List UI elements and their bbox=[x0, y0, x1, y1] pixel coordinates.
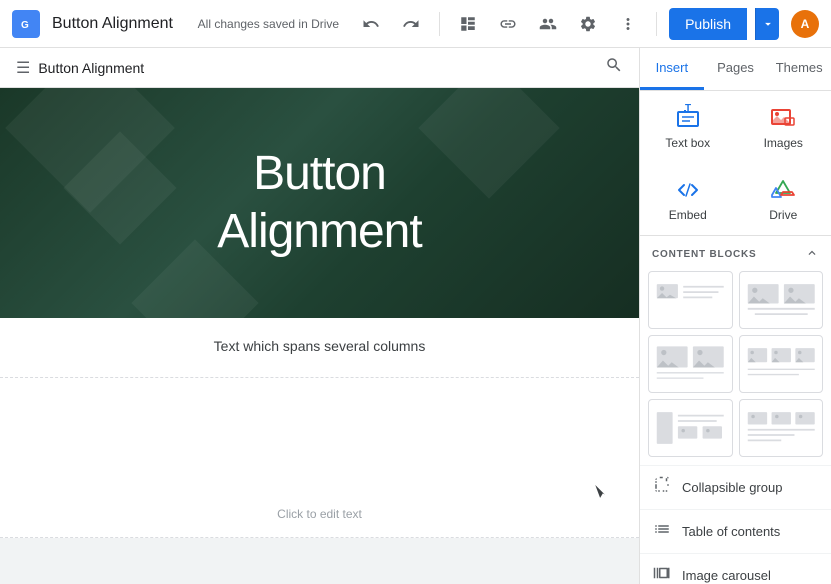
insert-embed[interactable]: Embed bbox=[640, 163, 736, 235]
image-carousel-item[interactable]: Image carousel bbox=[640, 553, 831, 584]
share-button[interactable] bbox=[532, 8, 564, 40]
document-title: Button Alignment bbox=[52, 15, 173, 33]
block-thumb-3[interactable] bbox=[648, 335, 733, 393]
embed-label: Embed bbox=[669, 208, 707, 222]
settings-button[interactable] bbox=[572, 8, 604, 40]
text-spans-section[interactable]: Text which spans several columns bbox=[0, 318, 639, 378]
page-header-title: Button Alignment bbox=[38, 60, 597, 76]
toc-label: Table of contents bbox=[682, 524, 780, 539]
content-blocks-title: CONTENT BLOCKS bbox=[652, 249, 757, 260]
svg-text:T: T bbox=[685, 104, 691, 114]
drive-label: Drive bbox=[769, 208, 797, 222]
tab-insert[interactable]: Insert bbox=[640, 48, 704, 90]
spans-text: Text which spans several columns bbox=[214, 338, 426, 354]
link-button[interactable] bbox=[492, 8, 524, 40]
collapsible-group-item[interactable]: Collapsible group bbox=[640, 465, 831, 509]
collapse-button[interactable] bbox=[805, 246, 819, 263]
divider-1 bbox=[439, 12, 440, 36]
embed-icon bbox=[674, 176, 702, 204]
publish-dropdown-button[interactable] bbox=[755, 8, 779, 40]
cursor bbox=[593, 482, 611, 509]
carousel-label: Image carousel bbox=[682, 568, 771, 583]
main-area: ☰ Button Alignment Button Alignment Text… bbox=[0, 48, 831, 584]
block-thumb-4[interactable] bbox=[739, 335, 824, 393]
table-of-contents-item[interactable]: Table of contents bbox=[640, 509, 831, 553]
right-panel: Insert Pages Themes T Text b bbox=[639, 48, 831, 584]
empty-edit-section[interactable]: Click to edit text bbox=[0, 378, 639, 538]
canvas-area[interactable]: ☰ Button Alignment Button Alignment Text… bbox=[0, 48, 639, 584]
carousel-icon bbox=[652, 564, 672, 584]
panel-tabs: Insert Pages Themes bbox=[640, 48, 831, 91]
more-button[interactable] bbox=[612, 8, 644, 40]
click-to-edit-label: Click to edit text bbox=[277, 507, 362, 521]
publish-button[interactable]: Publish bbox=[669, 8, 747, 40]
avatar: A bbox=[791, 10, 819, 38]
insert-grid: T Text box Images bbox=[640, 91, 831, 236]
content-blocks-header: CONTENT BLOCKS bbox=[640, 236, 831, 271]
svg-text:G: G bbox=[21, 20, 29, 31]
drive-icon bbox=[769, 176, 797, 204]
hero-title-line1: Button bbox=[217, 145, 421, 203]
tab-themes[interactable]: Themes bbox=[767, 48, 831, 90]
block-thumb-1[interactable] bbox=[648, 271, 733, 329]
search-icon[interactable] bbox=[605, 56, 623, 79]
images-label: Images bbox=[764, 136, 803, 150]
collapsible-group-icon bbox=[652, 476, 672, 499]
insert-drive[interactable]: Drive bbox=[736, 163, 831, 235]
save-status: All changes saved in Drive bbox=[198, 17, 339, 31]
block-thumb-5[interactable] bbox=[648, 399, 733, 457]
hero-title: Button Alignment bbox=[217, 145, 421, 260]
block-grid bbox=[640, 271, 831, 465]
app-logo: G bbox=[12, 10, 40, 38]
hero-title-line2: Alignment bbox=[217, 203, 421, 261]
redo-button[interactable] bbox=[395, 8, 427, 40]
textbox-label: Text box bbox=[665, 136, 710, 150]
page-header-bar: ☰ Button Alignment bbox=[0, 48, 639, 88]
toc-icon bbox=[652, 520, 672, 543]
block-thumb-6[interactable] bbox=[739, 399, 824, 457]
block-thumb-2[interactable] bbox=[739, 271, 824, 329]
collapsible-group-label: Collapsible group bbox=[682, 480, 782, 495]
layout-button[interactable] bbox=[452, 8, 484, 40]
images-icon bbox=[769, 104, 797, 132]
toolbar: G Button Alignment All changes saved in … bbox=[0, 0, 831, 48]
textbox-icon: T bbox=[674, 104, 702, 132]
divider-2 bbox=[656, 12, 657, 36]
insert-images[interactable]: Images bbox=[736, 91, 831, 163]
undo-button[interactable] bbox=[355, 8, 387, 40]
menu-icon[interactable]: ☰ bbox=[16, 58, 30, 78]
hero-section: Button Alignment bbox=[0, 88, 639, 318]
insert-textbox[interactable]: T Text box bbox=[640, 91, 736, 163]
tab-pages[interactable]: Pages bbox=[704, 48, 768, 90]
